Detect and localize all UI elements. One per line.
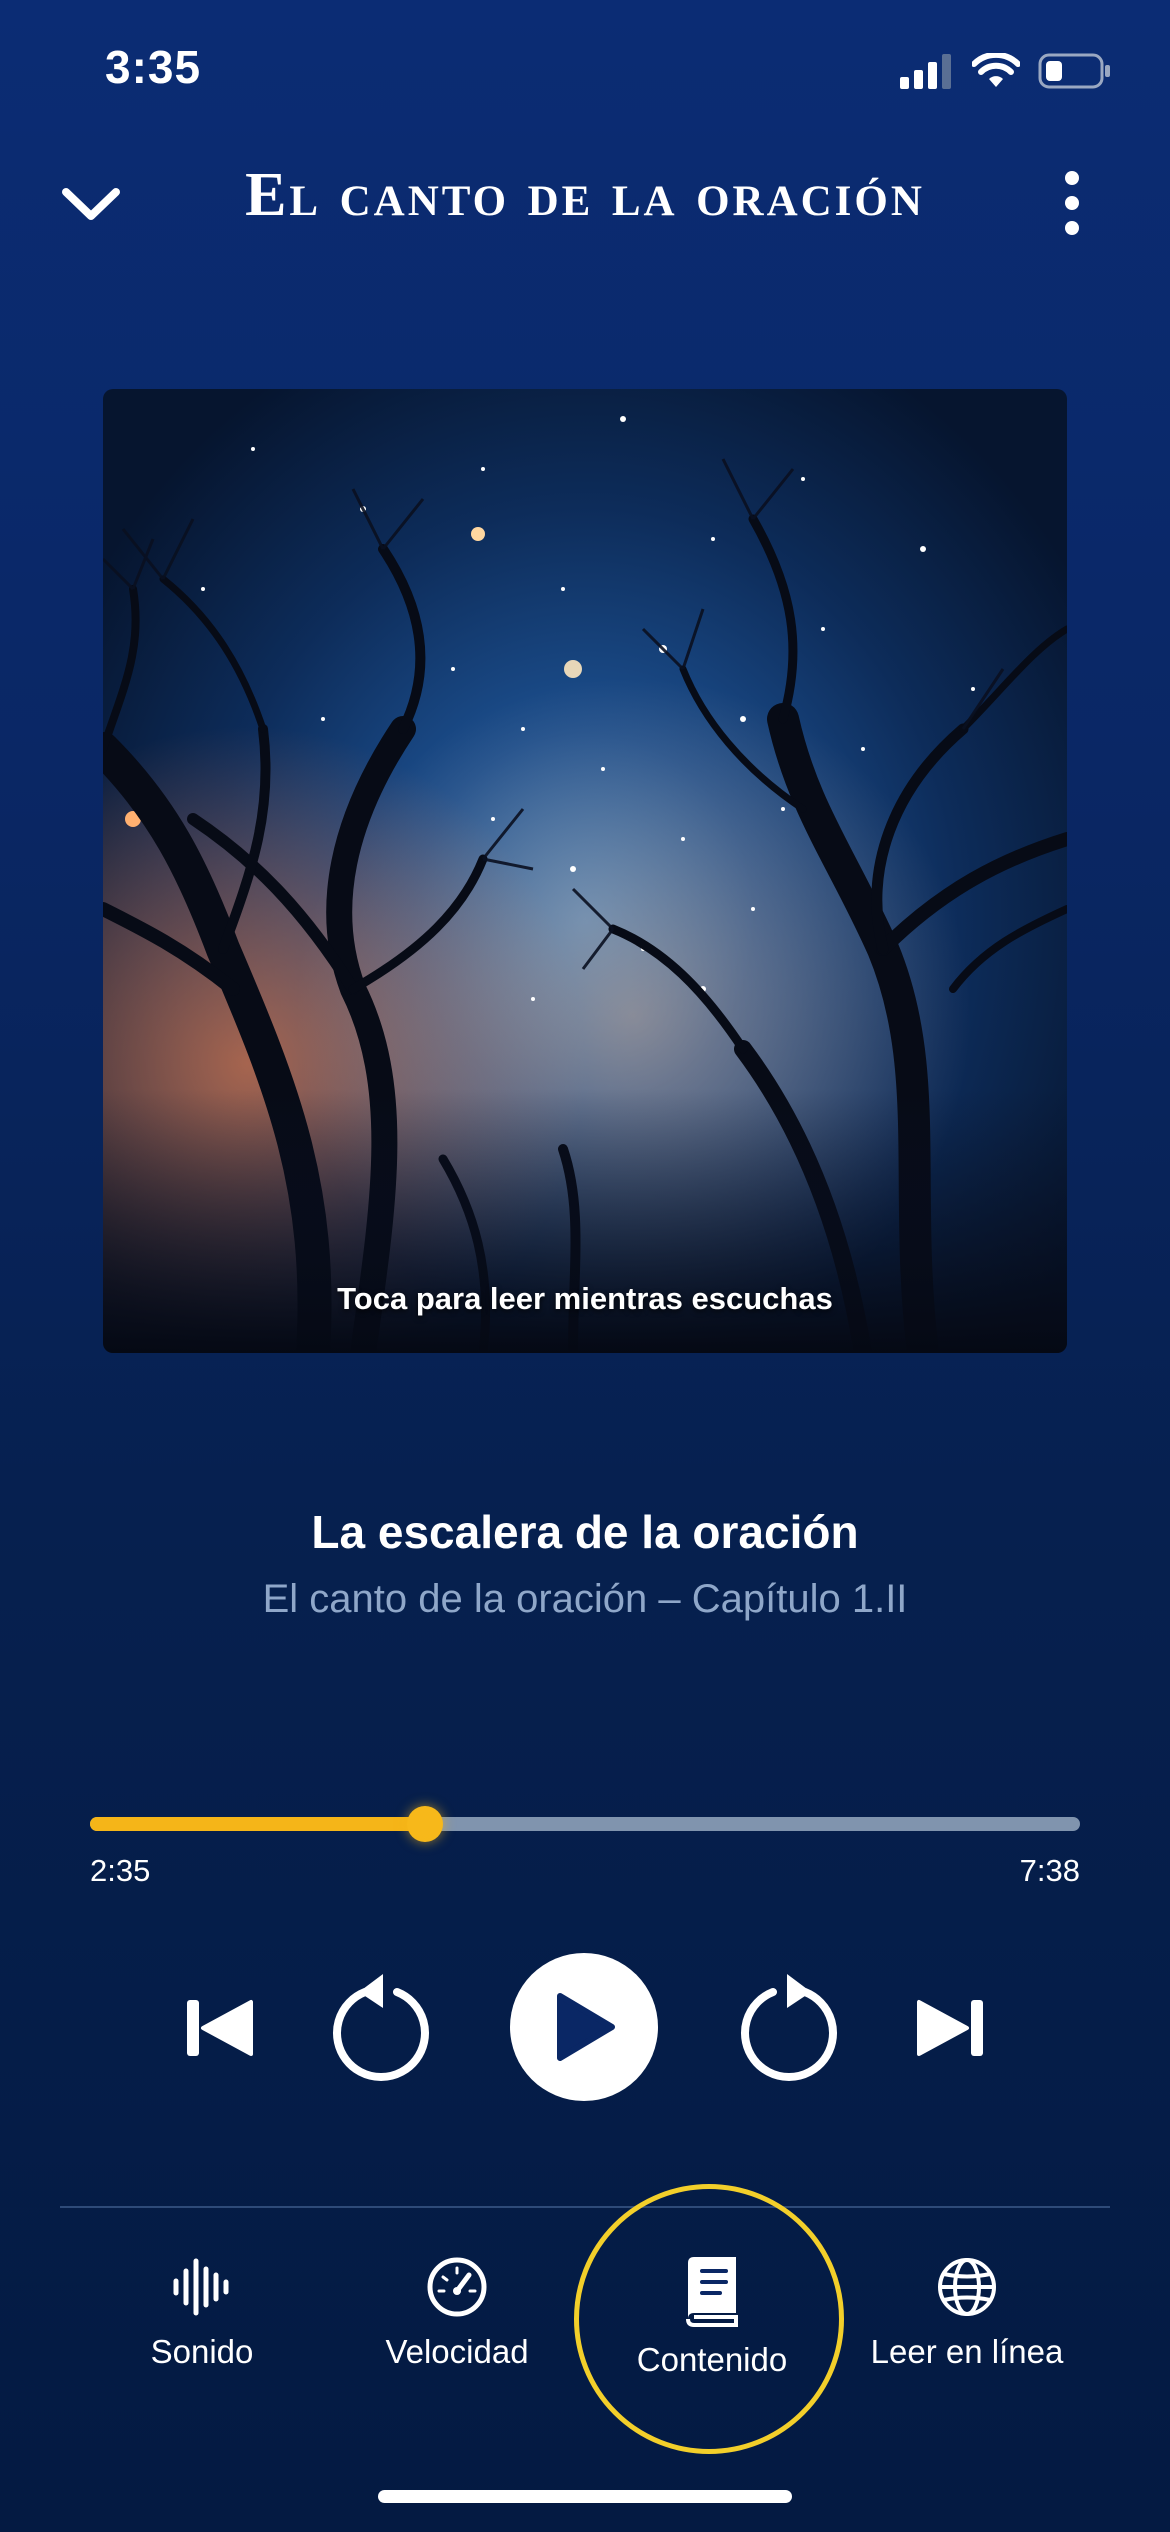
previous-track-icon[interactable] — [185, 1998, 255, 2058]
fast-forward-icon[interactable] — [735, 1970, 845, 2082]
night-sky-trees-image — [103, 389, 1067, 1353]
page-title: El canto de la oración — [245, 161, 925, 229]
battery-icon — [1038, 53, 1110, 89]
tab-sonido[interactable]: Sonido — [72, 2255, 332, 2371]
artwork-caption: Toca para leer mientras escuchas — [337, 1281, 833, 1316]
tab-label: Sonido — [150, 2333, 254, 2370]
current-time: 2:35 — [90, 1853, 151, 1888]
status-time: 3:35 — [105, 41, 202, 93]
tab-label: Leer en línea — [870, 2333, 1064, 2370]
globe-icon — [938, 2258, 996, 2316]
progress-fill — [90, 1817, 425, 1831]
tab-label: Velocidad — [385, 2333, 529, 2370]
tab-velocidad[interactable]: Velocidad — [327, 2255, 587, 2371]
cellular-signal-icon — [900, 54, 951, 89]
play-button[interactable] — [510, 1953, 658, 2101]
status-icons — [900, 52, 1112, 90]
wifi-icon — [972, 53, 1020, 87]
waveform-icon — [173, 2258, 229, 2316]
play-icon — [557, 1993, 615, 2061]
more-options-icon[interactable] — [1052, 168, 1092, 238]
tab-leer-en-linea[interactable]: Leer en línea — [837, 2255, 1097, 2371]
next-track-icon[interactable] — [915, 1998, 985, 2058]
track-subtitle: El canto de la oración – Capítulo 1.II — [262, 1577, 908, 1621]
cover-artwork[interactable]: Toca para leer mientras escuchas — [103, 389, 1067, 1353]
home-indicator — [378, 2490, 792, 2503]
highlight-circle — [574, 2184, 844, 2454]
progress-thumb[interactable] — [407, 1806, 443, 1842]
track-title: La escalera de la oración — [311, 1506, 859, 1558]
total-duration: 7:38 — [1019, 1853, 1080, 1888]
rewind-icon[interactable] — [325, 1970, 435, 2082]
speedometer-icon — [427, 2257, 487, 2317]
divider — [60, 2206, 1110, 2208]
